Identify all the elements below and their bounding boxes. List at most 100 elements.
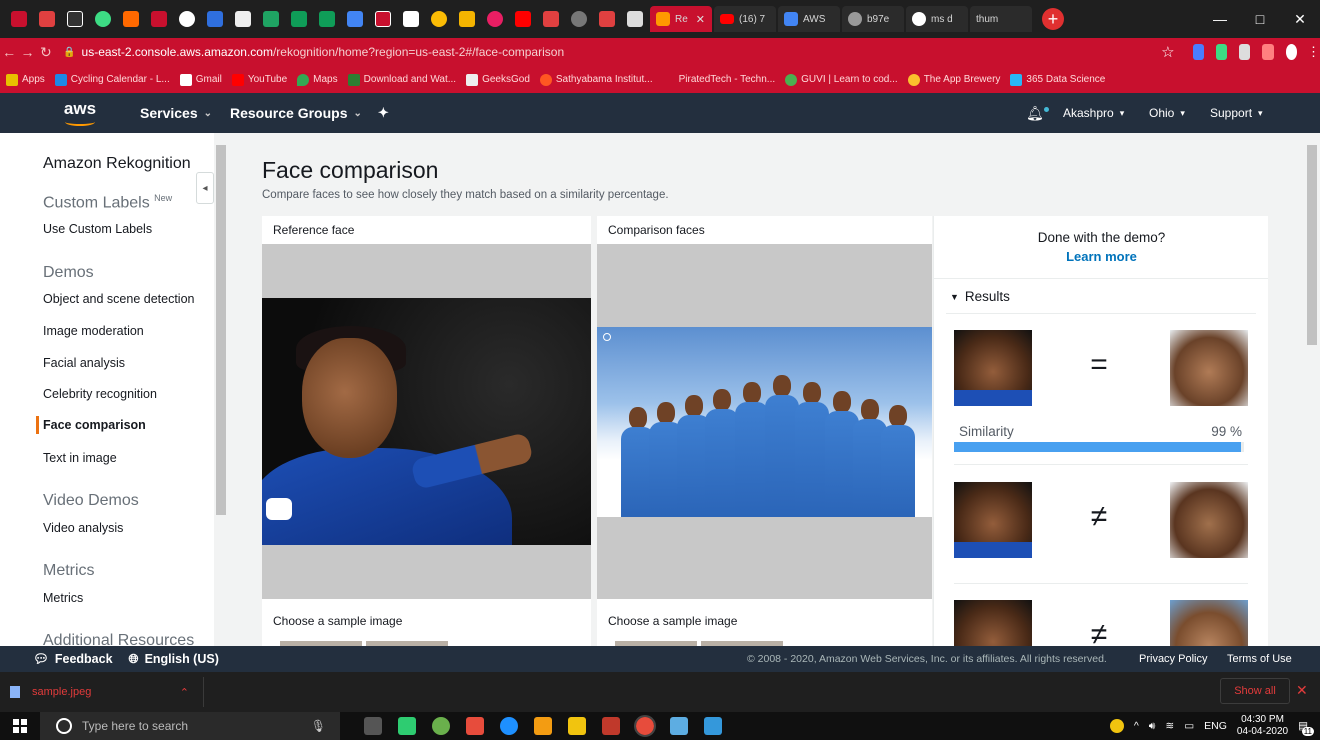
- extension-icon[interactable]: [1192, 44, 1204, 60]
- battery-icon[interactable]: ▭: [1184, 720, 1194, 732]
- browser-tab[interactable]: thum: [970, 6, 1032, 32]
- new-tab-button[interactable]: +: [1042, 8, 1064, 30]
- sidebar-item-image-moderation[interactable]: Image moderation: [43, 324, 144, 338]
- browser-tab[interactable]: [398, 6, 424, 32]
- browser-tab[interactable]: [174, 6, 200, 32]
- extension-icon[interactable]: [1215, 44, 1228, 60]
- network-app-icon[interactable]: [704, 717, 722, 735]
- chevron-up-icon[interactable]: ⌃: [180, 686, 189, 699]
- bookmark-item[interactable]: 365 Data Science: [1010, 73, 1105, 86]
- browser-tab[interactable]: [6, 6, 32, 32]
- browser-tab[interactable]: [370, 6, 396, 32]
- browser-tab[interactable]: ms d: [906, 6, 968, 32]
- sidebar-item-object-scene-detection[interactable]: Object and scene detection: [43, 292, 195, 306]
- browser-tab[interactable]: [258, 6, 284, 32]
- language-selector[interactable]: 🌐︎ English (US): [129, 652, 219, 667]
- results-toggle[interactable]: ▼ Results: [950, 289, 1010, 304]
- browser-tab[interactable]: [426, 6, 452, 32]
- star-bookmark-icon[interactable]: ☆: [1161, 43, 1174, 61]
- task-view-icon[interactable]: [364, 717, 382, 735]
- sidebar-item-text-in-image[interactable]: Text in image: [43, 451, 117, 465]
- taskbar-search[interactable]: Type here to search 🎙︎: [40, 712, 340, 740]
- volume-icon[interactable]: 🔊︎: [1149, 720, 1156, 733]
- bookmark-item[interactable]: Cycling Calendar - L...: [54, 73, 170, 86]
- browser-tab[interactable]: [622, 6, 648, 32]
- sidebar-item-use-custom-labels[interactable]: Use Custom Labels: [43, 222, 152, 236]
- app-icon[interactable]: [670, 717, 688, 735]
- bookmark-item[interactable]: PiratedTech - Techn...: [662, 73, 775, 86]
- aws-logo[interactable]: aws: [60, 100, 100, 126]
- notifications-bell[interactable]: 🔔︎: [1026, 105, 1049, 122]
- app-icon[interactable]: [466, 717, 484, 735]
- browser-tab[interactable]: AWS: [778, 6, 840, 32]
- browser-tab[interactable]: [62, 6, 88, 32]
- close-downloads-icon[interactable]: ✕: [1296, 682, 1308, 699]
- bookmark-item[interactable]: GUVI | Learn to cod...: [785, 73, 898, 86]
- extension-icon[interactable]: [1239, 44, 1251, 60]
- feedback-button[interactable]: 💬︎ Feedback: [33, 652, 113, 667]
- language-indicator[interactable]: ENG: [1204, 720, 1227, 732]
- tray-app-icon[interactable]: [1109, 719, 1124, 733]
- bookmark-item[interactable]: Download and Wat...: [347, 73, 456, 86]
- browser-tab[interactable]: b97e: [842, 6, 904, 32]
- sidebar-item-face-comparison[interactable]: Face comparison: [43, 418, 146, 432]
- pycharm-icon[interactable]: [398, 717, 416, 735]
- minimize-icon[interactable]: —: [1200, 0, 1240, 38]
- bookmark-item[interactable]: Maps: [297, 73, 338, 86]
- browser-tab[interactable]: [230, 6, 256, 32]
- sidebar-item-facial-analysis[interactable]: Facial analysis: [43, 356, 125, 370]
- download-item[interactable]: sample.jpeg ⌃: [10, 677, 204, 707]
- start-button[interactable]: [0, 719, 40, 733]
- bookmark-item[interactable]: Gmail: [179, 73, 222, 86]
- browser-tab[interactable]: [118, 6, 144, 32]
- clock[interactable]: 04:30 PM 04-04-2020: [1237, 714, 1288, 738]
- vlc-icon[interactable]: [534, 717, 552, 735]
- support-menu[interactable]: Support ▾: [1210, 106, 1263, 120]
- close-window-icon[interactable]: ✕: [1280, 0, 1320, 38]
- url-field[interactable]: 🔒 us-east-2.console.aws.amazon.com/rekog…: [63, 41, 1183, 63]
- browser-tab[interactable]: [510, 6, 536, 32]
- comparison-image-area[interactable]: [597, 244, 932, 599]
- browser-tab[interactable]: [90, 6, 116, 32]
- scrollbar-thumb[interactable]: [1307, 145, 1317, 345]
- terms-of-use-link[interactable]: Terms of Use: [1227, 653, 1292, 665]
- reference-image-area[interactable]: [262, 244, 591, 599]
- maximize-icon[interactable]: □: [1240, 0, 1280, 38]
- browser-tab-active[interactable]: Re ✕: [650, 6, 712, 32]
- browser-tab[interactable]: [202, 6, 228, 32]
- browser-tab[interactable]: [454, 6, 480, 32]
- bookmark-item[interactable]: GeeksGod: [466, 73, 530, 86]
- browser-tab[interactable]: [342, 6, 368, 32]
- learn-more-link[interactable]: Learn more: [934, 249, 1268, 264]
- show-all-button[interactable]: Show all: [1220, 678, 1290, 704]
- browser-tab[interactable]: [146, 6, 172, 32]
- close-tab-icon[interactable]: ✕: [696, 13, 705, 26]
- privacy-policy-link[interactable]: Privacy Policy: [1139, 653, 1207, 665]
- bookmark-item[interactable]: Sathyabama Institut...: [539, 73, 653, 86]
- acrobat-icon[interactable]: [602, 717, 620, 735]
- extension-icon[interactable]: [1262, 44, 1274, 60]
- sidebar-title[interactable]: Amazon Rekognition: [43, 155, 191, 173]
- chrome-icon[interactable]: [634, 715, 656, 737]
- sidebar-item-video-analysis[interactable]: Video analysis: [43, 521, 123, 535]
- browser-tab[interactable]: [538, 6, 564, 32]
- browser-tab[interactable]: [566, 6, 592, 32]
- forward-icon[interactable]: →: [18, 44, 36, 60]
- services-menu[interactable]: Services ⌄: [140, 105, 212, 121]
- chevron-up-icon[interactable]: ^: [1134, 720, 1139, 732]
- bookmark-apps[interactable]: Apps: [6, 73, 45, 86]
- browser-tab[interactable]: [314, 6, 340, 32]
- microphone-icon[interactable]: 🎙︎: [311, 719, 326, 733]
- sidebar-scrollbar[interactable]: [214, 133, 228, 646]
- bookmark-item[interactable]: YouTube: [231, 73, 287, 86]
- reload-icon[interactable]: ↻: [37, 44, 55, 61]
- browser-menu-icon[interactable]: ⋮: [1307, 44, 1320, 60]
- notification-center-icon[interactable]: ▤ 11: [1298, 720, 1314, 736]
- browser-tab[interactable]: [34, 6, 60, 32]
- sidebar-item-metrics[interactable]: Metrics: [43, 591, 83, 605]
- bookmark-item[interactable]: The App Brewery: [907, 73, 1000, 86]
- collapse-sidebar-button[interactable]: ◂: [196, 172, 214, 204]
- scrollbar-thumb[interactable]: [216, 145, 226, 515]
- wifi-icon[interactable]: ≋: [1165, 720, 1174, 732]
- account-menu[interactable]: Akashpro ▾: [1063, 106, 1124, 120]
